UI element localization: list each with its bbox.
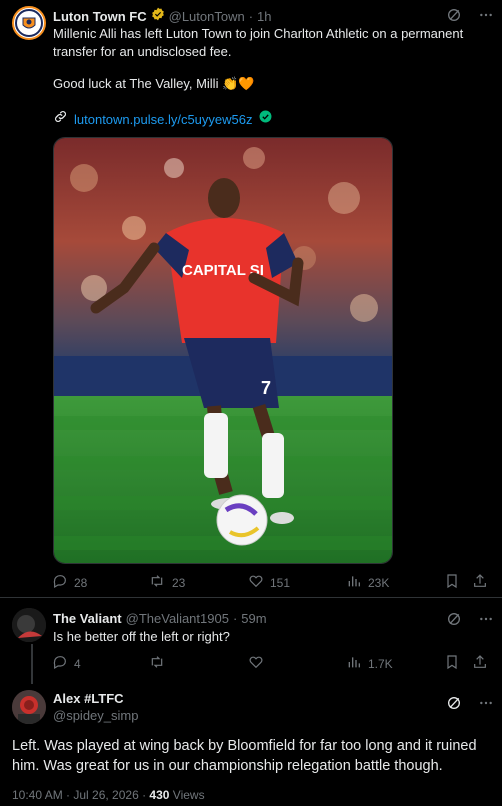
shirt-number: 7 (261, 378, 271, 398)
repost-button[interactable]: 23 (148, 573, 185, 592)
separator-dot: · (232, 611, 238, 626)
post-timestamp[interactable]: 10:40 AM · Jul 26, 2026 · 430 Views (12, 788, 205, 802)
post-time[interactable]: 1h (257, 9, 271, 24)
post-text-line: Good luck at The Valley, Milli 👏🧡 (53, 76, 255, 91)
post-text-line: transfer for an undisclosed fee. (53, 44, 232, 59)
post-text-line: Left. Was played at wing back by Bloomfi… (12, 738, 477, 754)
more-icon[interactable] (477, 694, 495, 712)
timestamp-text: 10:40 AM · Jul 26, 2026 · (12, 788, 150, 802)
grok-icon[interactable] (445, 6, 463, 24)
reply-icon (52, 573, 68, 592)
post-text: Left. Was played at wing back by Bloomfi… (12, 736, 492, 776)
luton-badge-icon[interactable] (12, 6, 46, 40)
author-handle[interactable]: @spidey_simp (53, 708, 138, 723)
post-image[interactable]: CAPITAL SI 7 (53, 137, 393, 564)
author-handle[interactable]: @LutonTown (169, 9, 245, 24)
verified-green-icon (259, 110, 272, 128)
avatar[interactable] (12, 608, 46, 642)
like-icon[interactable] (248, 654, 264, 670)
share-icon[interactable] (472, 573, 488, 589)
avatar[interactable] (12, 690, 46, 724)
bookmark-icon[interactable] (444, 573, 460, 589)
views-button[interactable]: 1.7K (346, 654, 393, 673)
post-text-line: him. Was great for us in our championshi… (12, 758, 443, 774)
views-button[interactable]: 23K (346, 573, 389, 592)
post-text-line: Millenic Alli has left Luton Town to joi… (53, 26, 464, 41)
post-time[interactable]: 59m (241, 611, 266, 626)
reply-button[interactable]: 4 (52, 654, 81, 673)
author-name[interactable]: Alex #LTFC (53, 691, 124, 706)
like-count: 151 (270, 575, 291, 590)
views-count: 1.7K (368, 656, 393, 671)
repost-icon (148, 573, 166, 592)
author-name[interactable]: The Valiant (53, 611, 122, 626)
repost-icon[interactable] (148, 654, 166, 670)
author-handle[interactable]: @TheValiant1905 (126, 611, 229, 626)
post-text: Is he better off the left or right? (53, 629, 230, 644)
views-count: 23K (368, 575, 390, 590)
thread-line (31, 644, 33, 684)
views-count: 430 (149, 788, 170, 802)
author-name[interactable]: Luton Town FC (53, 9, 147, 24)
views-icon (346, 654, 362, 673)
reply-count: 4 (74, 656, 81, 671)
post-luton-town[interactable]: Luton Town FC @LutonTown · 1h Millenic A… (0, 0, 502, 596)
link-url[interactable]: lutontown.pulse.ly/c5uyyew56z (74, 112, 253, 127)
more-icon[interactable] (477, 6, 495, 24)
post-text: Millenic Alli has left Luton Town to joi… (53, 25, 493, 61)
grok-icon[interactable] (445, 694, 463, 712)
link-icon (53, 109, 68, 129)
reply-count: 28 (74, 575, 88, 590)
reply-button[interactable]: 28 (52, 573, 87, 592)
views-icon (346, 573, 362, 592)
share-icon[interactable] (472, 654, 488, 670)
views-label: Views (169, 788, 205, 802)
separator-dot: · (248, 9, 254, 24)
reply-icon (52, 654, 68, 673)
post-the-valiant[interactable]: The Valiant @TheValiant1905 · 59m Is he … (0, 598, 502, 684)
more-icon[interactable] (477, 610, 495, 628)
like-icon (248, 573, 264, 592)
repost-count: 23 (172, 575, 186, 590)
like-button[interactable]: 151 (248, 573, 290, 592)
verified-gold-icon (151, 7, 165, 26)
post-link[interactable]: lutontown.pulse.ly/c5uyyew56z (53, 109, 272, 129)
bookmark-icon[interactable] (444, 654, 460, 670)
grok-icon[interactable] (445, 610, 463, 628)
